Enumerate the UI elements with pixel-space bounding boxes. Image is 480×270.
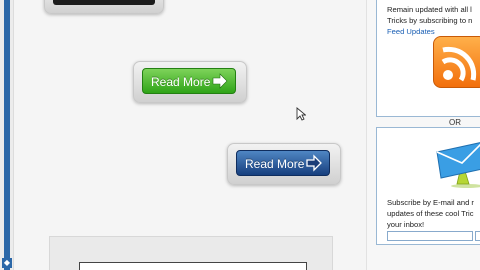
feed-subscribe-panel: Remain updated with all l Tricks by subs… <box>376 0 480 117</box>
email-text-line2: updates of these cool Tric <box>387 209 474 218</box>
read-more-green-label: Read More <box>151 75 211 89</box>
or-divider-label: OR <box>449 118 461 127</box>
left-accent-stripe <box>4 0 10 270</box>
mouse-cursor-icon <box>296 107 306 121</box>
read-more-green-button[interactable]: Read More <box>142 68 236 94</box>
green-button-preview: Read More <box>133 61 247 103</box>
code-area[interactable] <box>79 262 307 270</box>
corner-marker-icon: ◆ <box>2 258 12 268</box>
dark-button[interactable] <box>53 0 155 5</box>
email-text-line1: Subscribe by E-mail and r <box>387 198 474 207</box>
email-subscribe-panel: Subscribe by E-mail and r updates of the… <box>376 127 480 245</box>
read-more-blue-label: Read More <box>245 157 305 171</box>
subscribe-submit-button[interactable] <box>475 231 480 241</box>
blue-button-preview: Read More <box>227 143 341 185</box>
code-preview-box <box>49 236 333 270</box>
main-content: Read More Read More <box>14 0 366 270</box>
left-edge-bar: ◆ <box>0 0 14 270</box>
email-text-line3: your inbox! <box>387 220 425 229</box>
rss-feed-icon[interactable] <box>433 36 480 88</box>
read-more-blue-button[interactable]: Read More <box>236 150 330 176</box>
feed-text-line2: Tricks by subscribing to n <box>387 16 473 25</box>
feed-text-line1: Remain updated with all l <box>387 5 472 14</box>
arrow-right-icon <box>212 73 228 89</box>
sidebar: Remain updated with all l Tricks by subs… <box>366 0 480 270</box>
email-envelope-icon[interactable] <box>435 138 480 188</box>
feed-updates-link[interactable]: Feed Updates <box>387 27 435 37</box>
dark-button-preview <box>44 0 164 14</box>
email-input[interactable] <box>387 231 473 241</box>
arrow-right-outline-icon <box>306 154 322 172</box>
